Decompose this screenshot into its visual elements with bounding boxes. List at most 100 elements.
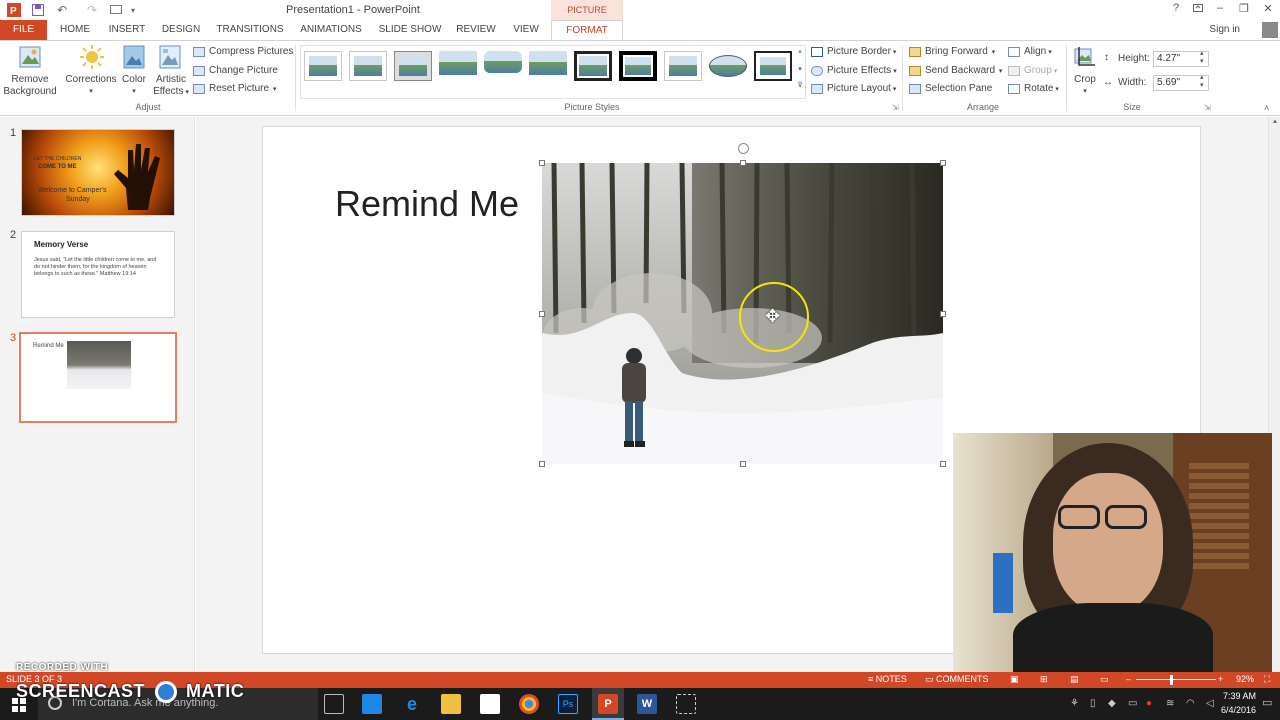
zoom-out-icon[interactable]: – xyxy=(1126,674,1131,684)
clock-date[interactable]: 6/4/2016 xyxy=(1221,705,1256,715)
tab-slide-show[interactable]: SLIDE SHOW xyxy=(376,20,444,40)
word-taskbar-icon[interactable]: W xyxy=(637,694,657,714)
selection-pane-button[interactable]: Selection Pane xyxy=(909,81,992,97)
resize-handle-top-left[interactable] xyxy=(539,160,545,166)
scroll-up-icon[interactable]: ▴ xyxy=(1270,117,1280,127)
rotate-button[interactable]: Rotate ▾ xyxy=(1008,81,1059,97)
gallery-more-icon[interactable]: ⊽ xyxy=(795,81,805,89)
zoom-level[interactable]: 92% xyxy=(1236,674,1254,684)
picture-style-reflected-rounded[interactable] xyxy=(484,51,522,81)
corrections-button[interactable]: Corrections ▾ xyxy=(62,74,120,98)
resize-handle-right[interactable] xyxy=(940,311,946,317)
send-backward-button[interactable]: Send Backward ▾ xyxy=(909,63,1002,79)
account-avatar[interactable] xyxy=(1262,22,1278,38)
normal-view-icon[interactable]: ▣ xyxy=(1010,674,1019,685)
picture-style-soft-edge[interactable] xyxy=(529,51,567,81)
tray-people-icon[interactable]: ⚘ xyxy=(1070,698,1079,709)
restore-icon[interactable]: ❐ xyxy=(1234,2,1254,18)
picture-style-simple-frame-white[interactable] xyxy=(304,51,342,81)
tab-file[interactable]: FILE xyxy=(0,20,47,40)
snipping-tool-icon[interactable] xyxy=(676,694,696,714)
fit-slide-icon[interactable]: ⛶ xyxy=(1264,674,1270,685)
tab-design[interactable]: DESIGN xyxy=(158,20,204,40)
photoshop-icon[interactable]: Ps xyxy=(558,694,578,714)
tab-format[interactable]: FORMAT xyxy=(551,20,623,41)
picture-layout-button[interactable]: Picture Layout ▾ xyxy=(811,81,896,97)
slide-title[interactable]: Remind Me xyxy=(335,183,519,225)
bring-forward-button[interactable]: Bring Forward ▾ xyxy=(909,44,995,60)
action-center-icon[interactable]: ▭ xyxy=(1262,696,1272,709)
color-button[interactable]: Color ▾ xyxy=(118,74,150,98)
gallery-scroll-up-icon[interactable]: ▴ xyxy=(795,47,805,55)
clock-time[interactable]: 7:39 AM xyxy=(1223,691,1256,701)
tab-review[interactable]: REVIEW xyxy=(452,20,500,40)
comments-button[interactable]: ▭ COMMENTS xyxy=(925,674,989,685)
task-view-icon[interactable] xyxy=(324,694,344,714)
tab-view[interactable]: VIEW xyxy=(508,20,544,40)
picture-style-double-frame-black[interactable] xyxy=(574,51,612,81)
customize-toolbar-icon[interactable]: ▾ xyxy=(128,2,138,18)
picture-style-simple-frame-black[interactable] xyxy=(664,51,702,81)
crop-button[interactable]: Crop ▾ xyxy=(1070,74,1100,98)
slide-thumbnail-1[interactable]: LET THE CHILDREN COME TO ME Welcome to C… xyxy=(21,129,175,216)
resize-handle-bottom-right[interactable] xyxy=(940,461,946,467)
picture-style-drop-shadow[interactable] xyxy=(439,51,477,81)
start-from-beginning-icon[interactable] xyxy=(108,2,124,18)
picture-style-thick-matte-black[interactable] xyxy=(619,51,657,81)
align-button[interactable]: Align ▾ xyxy=(1008,44,1052,60)
undo-icon[interactable]: ↶ xyxy=(52,2,72,18)
picture-style-beveled-matte[interactable] xyxy=(349,51,387,81)
collapse-ribbon-icon[interactable]: ˄ xyxy=(1264,103,1269,113)
compress-pictures-button[interactable]: Compress Pictures xyxy=(193,44,293,60)
reading-view-icon[interactable]: ▤ xyxy=(1070,674,1079,685)
edge-browser-icon[interactable]: e xyxy=(402,694,422,714)
file-explorer-icon[interactable] xyxy=(441,694,461,714)
tray-network-icon[interactable]: ≋ xyxy=(1166,698,1174,709)
picture-style-center-shadow-rectangle[interactable] xyxy=(754,51,792,81)
tab-transitions[interactable]: TRANSITIONS xyxy=(214,20,286,40)
resize-handle-top[interactable] xyxy=(740,160,746,166)
close-icon[interactable]: ✕ xyxy=(1258,2,1278,18)
resize-handle-top-right[interactable] xyxy=(940,160,946,166)
tray-devices-icon[interactable]: ▭ xyxy=(1128,698,1137,709)
size-dialog-launcher-icon[interactable]: ⇲ xyxy=(1204,103,1211,112)
ribbon-display-options-icon[interactable] xyxy=(1188,2,1208,18)
tray-dropbox-icon[interactable]: ◆ xyxy=(1108,698,1116,709)
height-spinner-icon[interactable]: ▴ ▾ xyxy=(1200,50,1204,66)
slide-thumbnail-3[interactable]: Remind Me xyxy=(19,332,177,423)
picture-style-metal-frame[interactable] xyxy=(394,51,432,81)
help-button[interactable]: ? xyxy=(1166,2,1186,18)
tab-animations[interactable]: ANIMATIONS xyxy=(296,20,366,40)
rotation-handle-icon[interactable] xyxy=(738,143,749,154)
picture-styles-dialog-launcher-icon[interactable]: ⇲ xyxy=(892,103,899,112)
tray-wifi-icon[interactable]: ◠ xyxy=(1186,698,1195,709)
zoom-slider[interactable] xyxy=(1136,679,1216,680)
width-spinner-icon[interactable]: ▴ ▾ xyxy=(1200,74,1204,90)
resize-handle-bottom[interactable] xyxy=(740,461,746,467)
tray-volume-icon[interactable]: ◁ xyxy=(1206,698,1214,709)
slide-thumbnail-2[interactable]: Memory Verse Jesus said, "Let the little… xyxy=(21,231,175,318)
gallery-scroll-down-icon[interactable]: ▾ xyxy=(795,65,805,73)
sign-in-link[interactable]: Sign in xyxy=(1209,24,1240,35)
picture-style-oval[interactable] xyxy=(709,51,747,81)
windows-store-icon[interactable] xyxy=(480,694,500,714)
chrome-icon[interactable] xyxy=(519,694,539,714)
resize-handle-left[interactable] xyxy=(539,311,545,317)
zoom-in-icon[interactable]: + xyxy=(1218,674,1223,684)
save-icon[interactable] xyxy=(30,2,46,18)
tray-battery-icon[interactable]: ▯ xyxy=(1090,698,1096,709)
powerpoint-taskbar-icon[interactable]: P xyxy=(598,694,618,714)
reset-picture-button[interactable]: Reset Picture ▾ xyxy=(193,81,276,97)
picture-border-button[interactable]: Picture Border ▾ xyxy=(811,44,896,60)
tab-home[interactable]: HOME xyxy=(55,20,95,40)
redo-icon[interactable]: ↷ xyxy=(84,2,100,18)
change-picture-button[interactable]: Change Picture xyxy=(193,63,278,79)
remove-background-button[interactable]: Remove Background xyxy=(2,74,58,98)
artistic-effects-button[interactable]: Artistic Effects ▾ xyxy=(150,74,192,99)
slide-show-icon[interactable]: ▭ xyxy=(1100,674,1109,685)
tab-insert[interactable]: INSERT xyxy=(105,20,149,40)
tray-record-icon[interactable]: ● xyxy=(1146,698,1152,709)
store-app-icon[interactable] xyxy=(362,694,382,714)
picture-effects-button[interactable]: Picture Effects ▾ xyxy=(811,63,897,79)
minimize-icon[interactable]: – xyxy=(1210,2,1230,18)
